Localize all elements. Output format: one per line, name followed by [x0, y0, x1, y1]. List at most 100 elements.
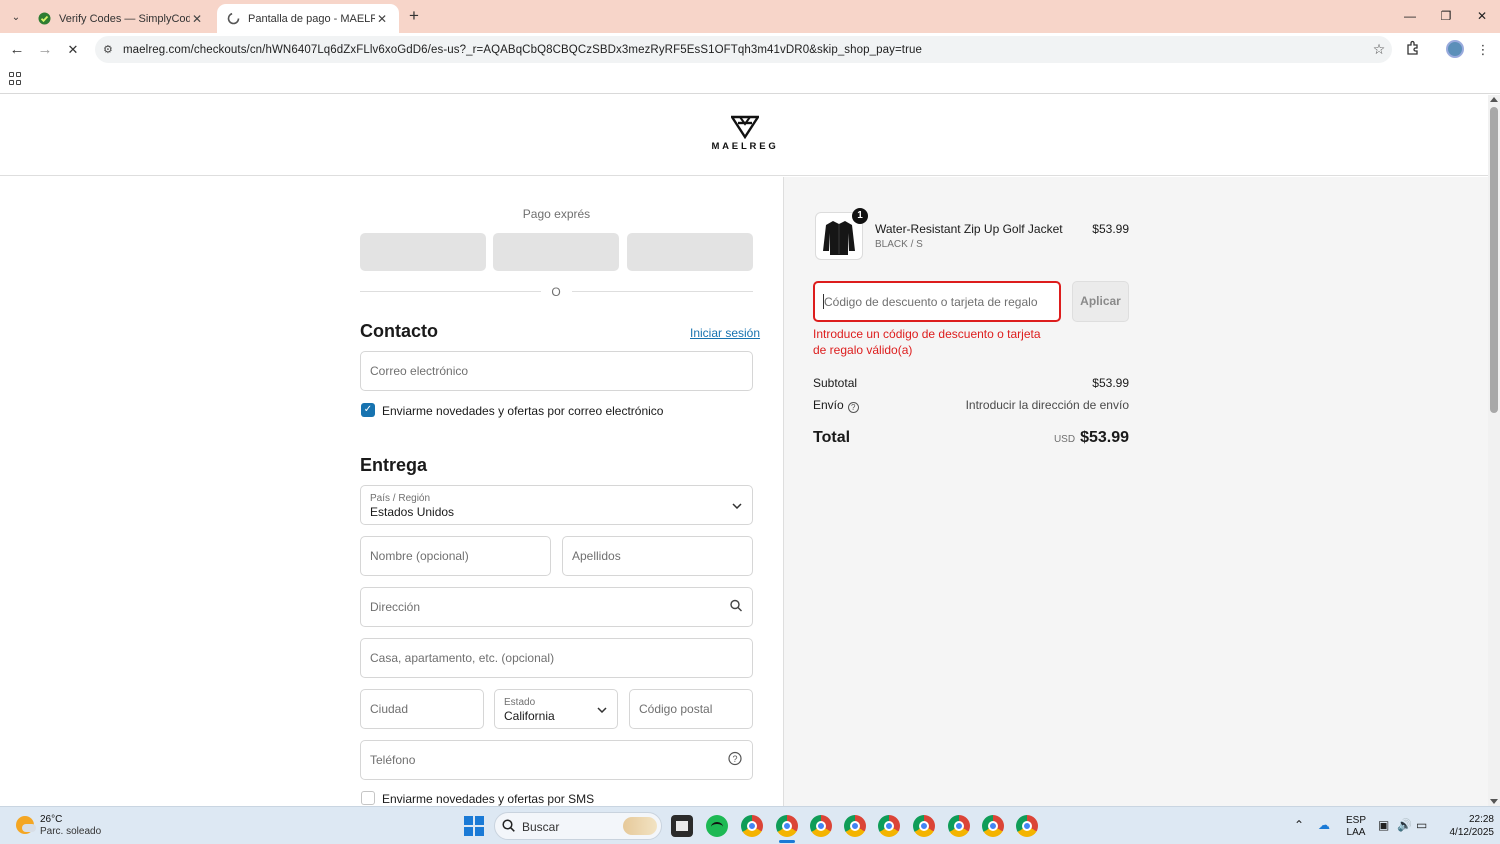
stop-loading-icon[interactable]: ✕	[63, 40, 83, 60]
checkout-form: Pago exprés O Contacto Iniciar sesión Co…	[0, 95, 783, 806]
sms-checkbox[interactable]	[361, 791, 375, 805]
forward-arrow-icon[interactable]: →	[35, 40, 55, 60]
tab-strip: ⌄ Verify Codes — SimplyCodes ✕ Pantalla …	[0, 0, 1500, 33]
express-pay-button-2[interactable]	[493, 233, 619, 271]
start-button[interactable]	[464, 816, 484, 836]
search-label: Buscar	[522, 820, 560, 834]
weather-description: Parc. soleado	[40, 826, 102, 837]
weather-icon[interactable]	[16, 816, 36, 834]
clock-date[interactable]: 4/12/2025	[1430, 827, 1495, 838]
city-placeholder: Ciudad	[370, 702, 409, 716]
delivery-title: Entrega	[360, 455, 428, 475]
window-close-icon[interactable]: ✕	[1472, 7, 1492, 25]
chrome-icon[interactable]	[878, 815, 900, 837]
divider-line	[360, 291, 541, 292]
address-placeholder: Dirección	[370, 600, 421, 614]
search-icon	[730, 599, 742, 615]
battery-icon[interactable]: ▭	[1416, 818, 1427, 832]
chrome-icon[interactable]	[776, 815, 798, 843]
scrollbar-thumb[interactable]	[1490, 107, 1498, 413]
site-settings-icon[interactable]: ⚙	[95, 43, 121, 56]
svg-text:?: ?	[732, 754, 737, 764]
chrome-icon[interactable]	[1016, 815, 1038, 837]
address-bar[interactable]: ⚙ maelreg.com/checkouts/cn/hWN6407Lq6dZx…	[95, 36, 1392, 63]
state-label: Estado	[504, 697, 536, 708]
help-circle-icon[interactable]: ?	[728, 751, 742, 769]
first-name-field[interactable]: Nombre (opcional)	[360, 536, 551, 576]
language-top[interactable]: ESP	[1343, 815, 1369, 826]
zip-field[interactable]: Código postal	[629, 689, 753, 729]
apartment-field[interactable]: Casa, apartamento, etc. (opcional)	[360, 638, 753, 678]
express-pay-button-1[interactable]	[360, 233, 486, 271]
chrome-icon[interactable]	[982, 815, 1004, 837]
chrome-icon[interactable]	[810, 815, 832, 837]
first-name-placeholder: Nombre (opcional)	[370, 549, 469, 563]
last-name-placeholder: Apellidos	[572, 549, 621, 563]
country-value: Estados Unidos	[370, 505, 455, 519]
apply-button[interactable]: Aplicar	[1072, 281, 1129, 322]
email-field[interactable]: Correo electrónico	[360, 351, 753, 391]
discount-placeholder: Código de descuento o tarjeta de regalo	[824, 295, 1038, 309]
phone-field[interactable]: Teléfono ?	[360, 740, 753, 780]
apartment-placeholder: Casa, apartamento, etc. (opcional)	[370, 651, 555, 665]
language-bottom[interactable]: LAA	[1343, 827, 1369, 838]
bookmark-star-icon[interactable]: ☆	[1366, 41, 1392, 58]
profile-avatar[interactable]	[1446, 40, 1464, 58]
restore-icon[interactable]: ❐	[1436, 7, 1456, 25]
chrome-icon[interactable]	[913, 815, 935, 837]
scroll-down-icon[interactable]	[1490, 799, 1498, 804]
close-icon[interactable]: ✕	[190, 12, 204, 26]
chrome-icon[interactable]	[741, 815, 763, 837]
express-pay-button-3[interactable]	[627, 233, 753, 271]
discount-code-field[interactable]: Código de descuento o tarjeta de regalo	[813, 281, 1061, 322]
tab-search-icon[interactable]: ⌄	[6, 7, 26, 27]
minimize-icon[interactable]: —	[1400, 7, 1420, 25]
menu-kebab-icon[interactable]: ⋮	[1473, 40, 1493, 60]
url-text[interactable]: maelreg.com/checkouts/cn/hWN6407Lq6dZxFL…	[121, 44, 1366, 56]
network-icon[interactable]: ▣	[1378, 818, 1389, 832]
apps-grid-icon[interactable]	[9, 72, 22, 85]
divider-line	[572, 291, 753, 292]
page-scrollbar[interactable]	[1488, 95, 1500, 806]
taskbar-search[interactable]: Buscar	[494, 812, 662, 840]
tab-title: Pantalla de pago - MAELREG	[248, 12, 375, 25]
email-placeholder: Correo electrónico	[370, 364, 469, 378]
order-summary-panel	[783, 177, 1488, 806]
clock-time[interactable]: 22:28	[1440, 814, 1494, 825]
newsletter-checkbox[interactable]: ✓	[361, 403, 375, 417]
country-select[interactable]: País / Región Estados Unidos	[360, 485, 753, 525]
close-icon[interactable]: ✕	[375, 12, 389, 26]
browser-toolbar: ← → ✕ ⚙ maelreg.com/checkouts/cn/hWN6407…	[0, 33, 1500, 66]
chevron-down-icon	[597, 702, 607, 716]
extensions-icon[interactable]	[1403, 40, 1423, 60]
phone-placeholder: Teléfono	[370, 753, 416, 767]
chevron-up-icon[interactable]: ⌃	[1294, 818, 1304, 832]
volume-icon[interactable]: 🔊	[1397, 818, 1412, 832]
contact-title: Contacto	[360, 321, 438, 341]
login-link[interactable]: Iniciar sesión	[690, 326, 760, 340]
tab-simplycodes[interactable]: Verify Codes — SimplyCodes ✕	[28, 4, 214, 33]
sms-label: Enviarme novedades y ofertas por SMS	[382, 792, 595, 806]
last-name-field[interactable]: Apellidos	[562, 536, 753, 576]
divider-or: O	[551, 285, 561, 299]
file-explorer-icon[interactable]	[671, 815, 693, 837]
state-select[interactable]: Estado California	[494, 689, 618, 729]
simplycodes-icon	[38, 12, 51, 25]
scroll-up-icon[interactable]	[1490, 97, 1498, 102]
onedrive-icon[interactable]: ☁	[1318, 818, 1330, 832]
tab-checkout[interactable]: Pantalla de pago - MAELREG ✕	[217, 4, 399, 33]
chrome-icon[interactable]	[844, 815, 866, 837]
back-arrow-icon[interactable]: ←	[7, 40, 27, 60]
chrome-icon[interactable]	[948, 815, 970, 837]
new-tab-button[interactable]: +	[404, 6, 424, 26]
address-field[interactable]: Dirección	[360, 587, 753, 627]
chevron-down-icon	[732, 498, 742, 512]
spotify-icon[interactable]	[706, 815, 728, 837]
express-checkout-title: Pago exprés	[522, 207, 591, 221]
search-highlight-image	[623, 817, 657, 835]
search-icon	[502, 819, 515, 835]
newsletter-label: Enviarme novedades y ofertas por correo …	[382, 404, 664, 418]
city-field[interactable]: Ciudad	[360, 689, 484, 729]
loading-icon	[227, 12, 240, 25]
zip-placeholder: Código postal	[639, 702, 713, 716]
